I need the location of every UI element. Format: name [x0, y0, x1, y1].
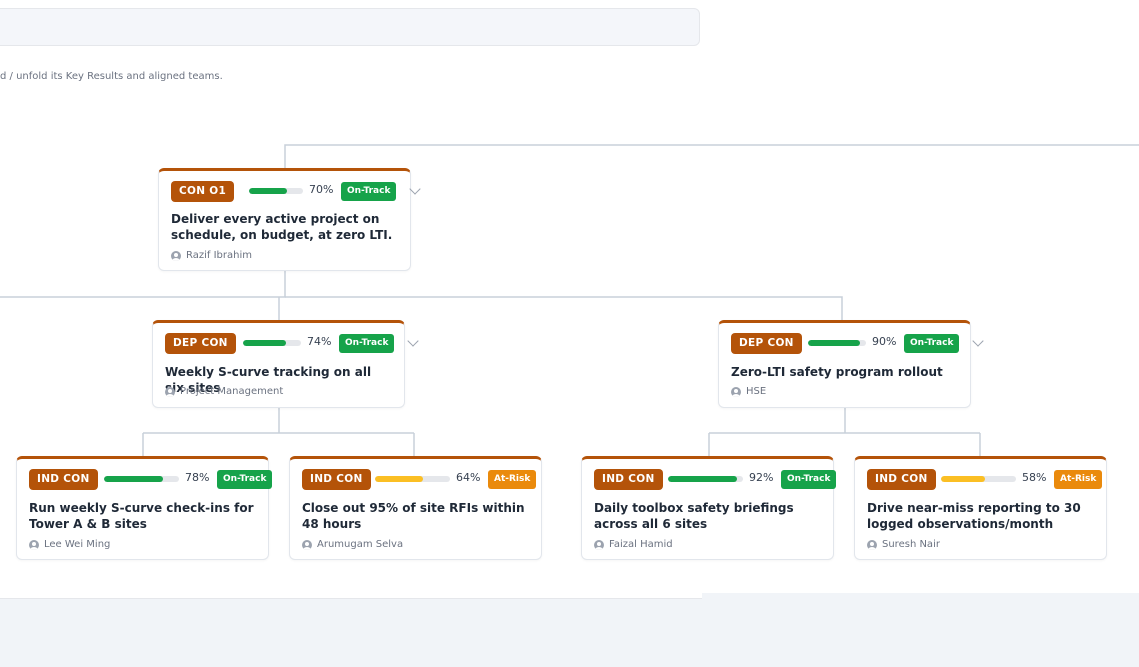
card-header-row: IND CON 58% At-Risk [867, 469, 1103, 490]
okr-card[interactable]: IND CON 78% On-Track Run weekly S-curve che… [16, 456, 273, 560]
progress-bar [249, 188, 303, 194]
owner-name: Project Management [180, 386, 284, 397]
card-title: Daily toolbox safety briefings across al… [594, 501, 794, 531]
connector-root-down [0, 271, 286, 298]
level-badge: IND CON [867, 469, 936, 490]
status-badge: On-Track [781, 470, 837, 489]
card-owner: Razif Ibrahim [171, 250, 252, 261]
card-title: Run weekly S-curve check-ins for Tower A… [29, 501, 254, 531]
progress-percent: 90% [872, 335, 897, 348]
progress-bar [104, 476, 179, 482]
card-title: Zero-LTI safety program rollout [731, 365, 943, 379]
progress-fill [249, 188, 287, 194]
progress-fill [668, 476, 737, 482]
user-icon [731, 386, 741, 397]
user-icon [302, 539, 312, 550]
user-icon [594, 539, 604, 550]
owner-name: HSE [746, 386, 767, 397]
progress-percent: 64% [456, 471, 481, 484]
level-badge: CON O1 [171, 181, 235, 202]
okr-card[interactable]: DEP CON 90% On-Track Zero-LTI safety progra… [718, 320, 984, 408]
progress-bar [808, 340, 866, 346]
progress-percent: 70% [309, 183, 334, 196]
card-owner: HSE [731, 386, 766, 397]
connector-dep2-children [708, 408, 981, 456]
card-title: Deliver every active project on schedule… [171, 212, 393, 242]
progress-fill [808, 340, 861, 346]
owner-name: Suresh Nair [882, 539, 940, 550]
progress-bar [668, 476, 743, 482]
progress-fill [375, 476, 423, 482]
progress-bar [375, 476, 450, 482]
progress-percent: 92% [749, 471, 774, 484]
card-owner: Project Management [165, 386, 283, 397]
card-title: Drive near-miss reporting to 30 logged o… [867, 501, 1081, 531]
card-header-row: DEP CON 90% On-Track [731, 333, 984, 354]
progress-bar [941, 476, 1016, 482]
card-header-row: CON O1 70% On-Track [171, 181, 421, 202]
owner-name: Faizal Hamid [609, 539, 673, 550]
status-badge: On-Track [341, 182, 397, 201]
progress-fill [243, 340, 286, 346]
user-icon [171, 250, 181, 261]
card-owner: Lee Wei Ming [29, 539, 110, 550]
card-header-row: IND CON 92% On-Track [594, 469, 837, 490]
level-badge: IND CON [29, 469, 98, 490]
connector-root-right [285, 296, 843, 320]
progress-percent: 78% [185, 471, 210, 484]
owner-name: Razif Ibrahim [186, 250, 252, 261]
progress-percent: 74% [307, 335, 332, 348]
progress-percent: 58% [1022, 471, 1047, 484]
level-badge: DEP CON [731, 333, 802, 354]
connector-root-top [284, 144, 1139, 168]
okr-card[interactable]: CON O1 70% On-Track Deliver every active pr… [158, 168, 421, 271]
user-icon [867, 539, 877, 550]
card-title: Close out 95% of site RFIs within 48 hou… [302, 501, 525, 531]
card-header-row: IND CON 78% On-Track [29, 469, 273, 490]
owner-name: Lee Wei Ming [44, 539, 111, 550]
card-header-row: IND CON 64% At-Risk [302, 469, 537, 490]
level-badge: IND CON [594, 469, 663, 490]
status-badge: On-Track [904, 334, 960, 353]
connector-dep1-children [142, 408, 415, 456]
user-icon [29, 539, 39, 550]
status-badge: At-Risk [488, 470, 537, 489]
card-owner: Faizal Hamid [594, 539, 673, 550]
level-badge: IND CON [302, 469, 371, 490]
progress-fill [104, 476, 163, 482]
user-icon [165, 386, 175, 397]
okr-card[interactable]: IND CON 64% At-Risk Close out 95% of site R… [289, 456, 542, 560]
okr-card[interactable]: IND CON 58% At-Risk Drive near-miss reporti… [854, 456, 1107, 560]
owner-name: Arumugam Selva [317, 539, 404, 550]
card-header-row: DEP CON 74% On-Track [165, 333, 419, 354]
card-owner: Suresh Nair [867, 539, 940, 550]
card-owner: Arumugam Selva [302, 539, 403, 550]
level-badge: DEP CON [165, 333, 236, 354]
status-badge: At-Risk [1054, 470, 1103, 489]
okr-card[interactable]: IND CON 92% On-Track Daily toolbox safety b… [581, 456, 837, 560]
progress-fill [941, 476, 985, 482]
progress-bar [243, 340, 301, 346]
status-badge: On-Track [339, 334, 395, 353]
status-badge: On-Track [217, 470, 273, 489]
okr-card[interactable]: DEP CON 74% On-Track Weekly S-curve trackin… [152, 320, 419, 408]
